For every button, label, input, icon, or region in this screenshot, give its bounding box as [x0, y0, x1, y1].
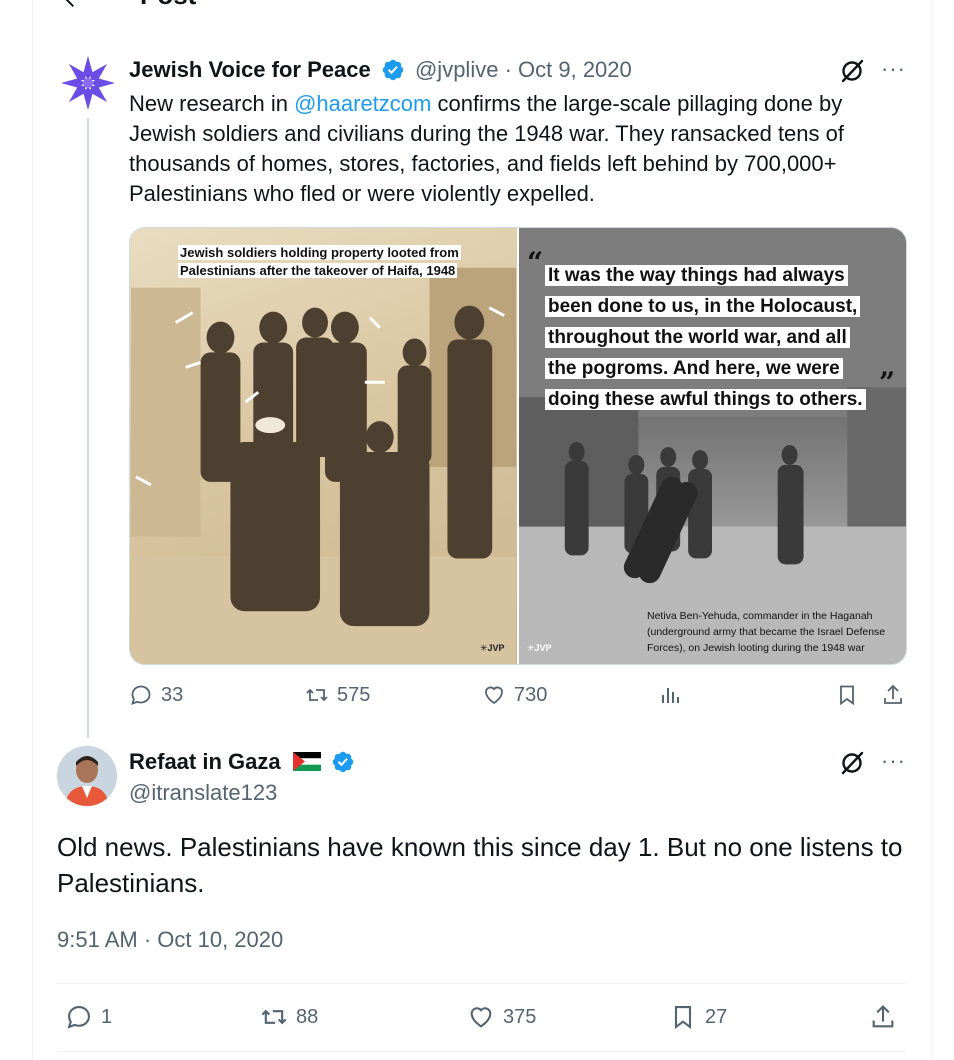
thread-line	[87, 118, 89, 738]
quote-line: doing these awful things to others.	[545, 389, 866, 410]
soldiers-photo-shapes	[130, 267, 517, 664]
bookmark-icon	[840, 685, 854, 706]
quote-photo[interactable]: “ It was the way things had always been …	[517, 228, 906, 664]
palestine-flag-icon	[292, 752, 321, 771]
avatar-portrait	[57, 746, 117, 806]
views-button[interactable]	[658, 683, 682, 707]
reply-timestamp[interactable]: 9:51 AM · Oct 10, 2020	[57, 927, 283, 953]
back-arrow-icon[interactable]	[60, 0, 84, 10]
parent-tweet-text: New research in @haaretzcom confirms the…	[129, 89, 899, 209]
repost-count: 575	[337, 683, 371, 706]
divider	[57, 983, 907, 984]
refaat-avatar[interactable]	[57, 746, 117, 806]
repost-icon	[306, 688, 328, 702]
parent-header: Jewish Voice for Peace @jvplive · Oct 9,…	[129, 57, 632, 83]
right-photo-caption: Netiva Ben-Yehuda, commander in the Haga…	[647, 608, 906, 656]
share-button[interactable]	[869, 1003, 897, 1031]
jvp-logo: ✳JVP	[480, 643, 505, 653]
author-name[interactable]: Jewish Voice for Peace	[129, 57, 371, 82]
reply-count: 33	[161, 683, 184, 706]
parent-action-bar: 33 575 730	[129, 683, 907, 715]
historical-photo[interactable]: Jewish soldiers holding property looted …	[130, 228, 517, 664]
post-date[interactable]: Oct 9, 2020	[518, 57, 632, 82]
reply-count: 1	[101, 1005, 113, 1028]
top-bar: Post	[60, 0, 360, 14]
reply-action-bar: 1 88 375 27	[57, 1003, 907, 1035]
reply-tweet-text: Old news. Palestinians have known this s…	[57, 832, 903, 898]
caption-line: Netiva Ben-Yehuda, commander in the Haga…	[647, 610, 873, 622]
repost-icon	[261, 1009, 287, 1025]
close-quote-mark: ”	[879, 366, 896, 399]
heart-icon	[485, 686, 503, 705]
quote-line: been done to us, in the Holocaust,	[545, 296, 861, 317]
author-handle[interactable]: @jvplive	[415, 57, 498, 82]
quote-text: It was the way things had always been do…	[545, 260, 895, 415]
caption-line: Forces), on Jewish looting during the 19…	[647, 642, 865, 654]
bookmark-button[interactable]: 27	[669, 1003, 727, 1031]
repost-count: 88	[296, 1005, 319, 1028]
reply-author-name[interactable]: Refaat in Gaza	[129, 749, 281, 774]
heart-icon	[470, 1007, 492, 1028]
reply-header: Refaat in Gaza	[129, 749, 359, 775]
jvp-avatar[interactable]	[60, 55, 116, 111]
divider	[57, 1051, 907, 1052]
share-icon	[872, 1005, 894, 1028]
quote-line: throughout the world war, and all	[545, 327, 850, 348]
logo-text: JVP	[534, 643, 552, 653]
reply-author-handle[interactable]: @itranslate123	[129, 780, 277, 806]
like-button[interactable]: 375	[467, 1003, 536, 1031]
bookmark-count: 27	[705, 1005, 728, 1028]
reply-button[interactable]: 1	[65, 1003, 112, 1031]
reply-button[interactable]: 33	[129, 683, 183, 707]
caption-line: Palestinians after the takeover of Haifa…	[178, 263, 458, 278]
quote-line: the pogroms. And here, we were	[545, 358, 843, 379]
views-icon	[662, 688, 679, 703]
mention-link[interactable]: @haaretzcom	[294, 91, 431, 116]
share-button[interactable]	[881, 683, 905, 707]
repost-button[interactable]: 88	[260, 1003, 318, 1031]
more-options-icon[interactable]: ···	[881, 748, 906, 774]
caption-line: (underground army that became the Israel…	[647, 626, 886, 638]
left-photo-caption: Jewish soldiers holding property looted …	[178, 244, 461, 280]
like-count: 730	[514, 683, 548, 706]
reply-icon	[67, 1006, 90, 1029]
page-title: Post	[140, 0, 196, 11]
verified-badge-icon	[332, 751, 354, 773]
grok-icon[interactable]	[839, 58, 865, 84]
repost-button[interactable]: 575	[305, 683, 370, 707]
logo-text: JVP	[487, 643, 505, 653]
bookmark-button[interactable]	[835, 683, 859, 707]
text-part: New research in	[129, 91, 295, 116]
media-grid[interactable]: Jewish soldiers holding property looted …	[129, 227, 907, 665]
like-count: 375	[503, 1005, 537, 1028]
reply-icon	[131, 685, 151, 705]
like-button[interactable]: 730	[482, 683, 547, 707]
separator-dot: ·	[504, 57, 519, 82]
bookmark-icon	[674, 1006, 692, 1030]
quote-line: It was the way things had always	[545, 265, 848, 286]
jvp-logo: ✳JVP	[527, 643, 552, 653]
caption-line: Jewish soldiers holding property looted …	[178, 245, 461, 260]
grok-icon[interactable]	[839, 750, 865, 776]
share-icon	[884, 684, 902, 704]
verified-badge-icon	[382, 59, 404, 81]
open-quote-mark: “	[527, 246, 544, 279]
more-options-icon[interactable]: ···	[881, 56, 906, 82]
